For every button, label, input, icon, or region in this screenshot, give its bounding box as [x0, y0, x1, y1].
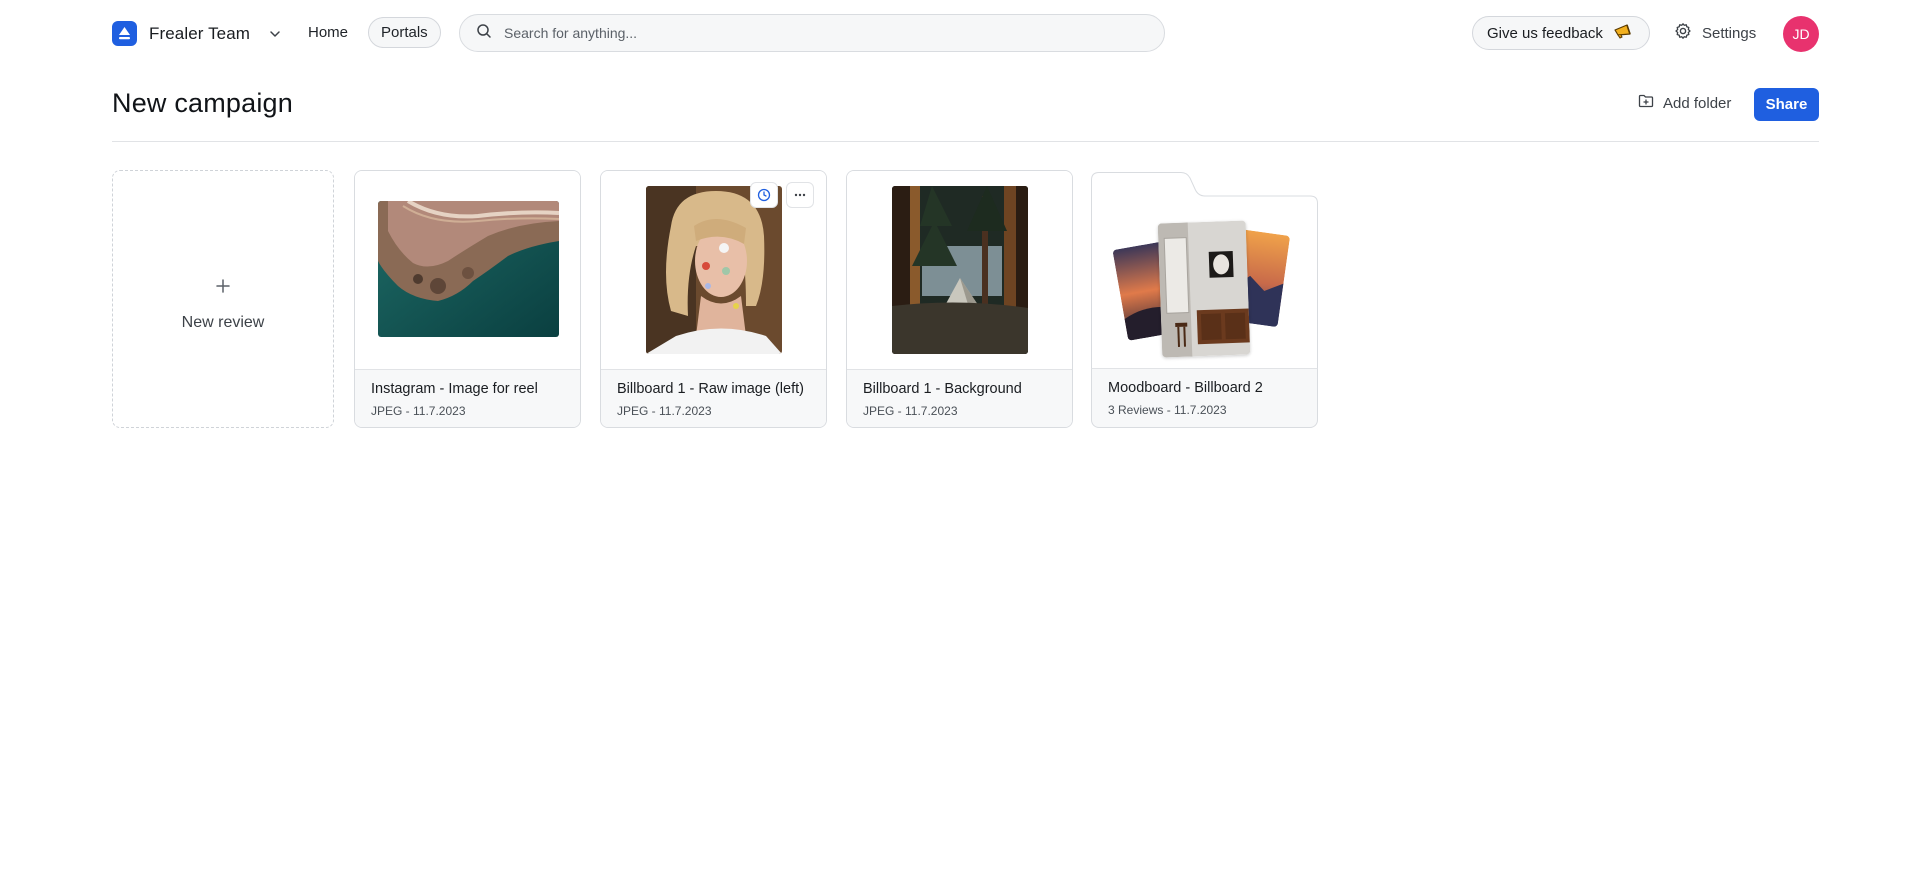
- add-folder-label: Add folder: [1663, 94, 1732, 112]
- top-bar: Frealer Team Home Portals Give us feedba…: [0, 0, 1917, 66]
- card-meta: JPEG - 11.7.2023: [863, 404, 958, 418]
- settings-label: Settings: [1702, 24, 1757, 42]
- gear-icon: [1674, 22, 1692, 44]
- logo-icon: [112, 21, 137, 46]
- portrait-image: [646, 186, 782, 354]
- card-footer: Instagram - Image for reel JPEG - 11.7.2…: [355, 369, 580, 427]
- card-thumbnail-area: [601, 171, 826, 369]
- review-card-billboard-background[interactable]: Billboard 1 - Background JPEG - 11.7.202…: [846, 170, 1073, 428]
- moodboard-image-interior: [1157, 220, 1251, 358]
- card-meta: JPEG - 11.7.2023: [617, 404, 712, 418]
- card-thumbnail-area: [355, 171, 580, 369]
- plus-icon: [215, 276, 231, 298]
- card-thumbnail-area: [847, 171, 1072, 369]
- folder-meta: 3 Reviews - 11.7.2023: [1108, 403, 1227, 417]
- team-switcher[interactable]: Frealer Team: [112, 21, 282, 46]
- search-bar[interactable]: [459, 14, 1165, 52]
- page-title: New campaign: [112, 88, 293, 118]
- card-title: Billboard 1 - Background: [863, 381, 1022, 397]
- more-icon[interactable]: [786, 182, 814, 208]
- new-review-label: New review: [181, 314, 265, 331]
- moodboard-folder[interactable]: Moodboard - Billboard 2 3 Reviews - 11.7…: [1091, 172, 1318, 428]
- card-footer: Billboard 1 - Background JPEG - 11.7.202…: [847, 369, 1072, 427]
- divider: [112, 141, 1819, 142]
- coastline-image: [378, 201, 559, 337]
- new-review-button[interactable]: New review: [112, 170, 334, 428]
- card-meta: JPEG - 11.7.2023: [371, 404, 466, 418]
- avatar[interactable]: JD: [1783, 16, 1819, 52]
- nav-home[interactable]: Home: [308, 24, 348, 41]
- folder-title: Moodboard - Billboard 2: [1108, 380, 1263, 396]
- feedback-button[interactable]: Give us feedback: [1472, 16, 1650, 50]
- add-folder-button[interactable]: Add folder: [1638, 94, 1731, 112]
- review-card-billboard-raw[interactable]: Billboard 1 - Raw image (left) JPEG - 11…: [600, 170, 827, 428]
- nav-portals[interactable]: Portals: [368, 17, 441, 48]
- share-button[interactable]: Share: [1754, 88, 1819, 121]
- clock-icon[interactable]: [750, 182, 778, 208]
- review-card-instagram[interactable]: Instagram - Image for reel JPEG - 11.7.2…: [354, 170, 581, 428]
- folder-plus-icon: [1638, 94, 1654, 112]
- card-title: Instagram - Image for reel: [371, 381, 538, 397]
- search-input[interactable]: [504, 25, 1144, 41]
- search-icon: [476, 23, 492, 44]
- forest-image: [892, 186, 1028, 354]
- folder-footer: Moodboard - Billboard 2 3 Reviews - 11.7…: [1091, 368, 1318, 428]
- chevron-down-icon: [268, 27, 282, 41]
- card-footer: Billboard 1 - Raw image (left) JPEG - 11…: [601, 369, 826, 427]
- feedback-label: Give us feedback: [1487, 24, 1603, 42]
- settings-button[interactable]: Settings: [1674, 22, 1756, 44]
- card-title: Billboard 1 - Raw image (left): [617, 381, 804, 397]
- team-name: Frealer Team: [149, 23, 251, 43]
- megaphone-icon: [1613, 22, 1635, 44]
